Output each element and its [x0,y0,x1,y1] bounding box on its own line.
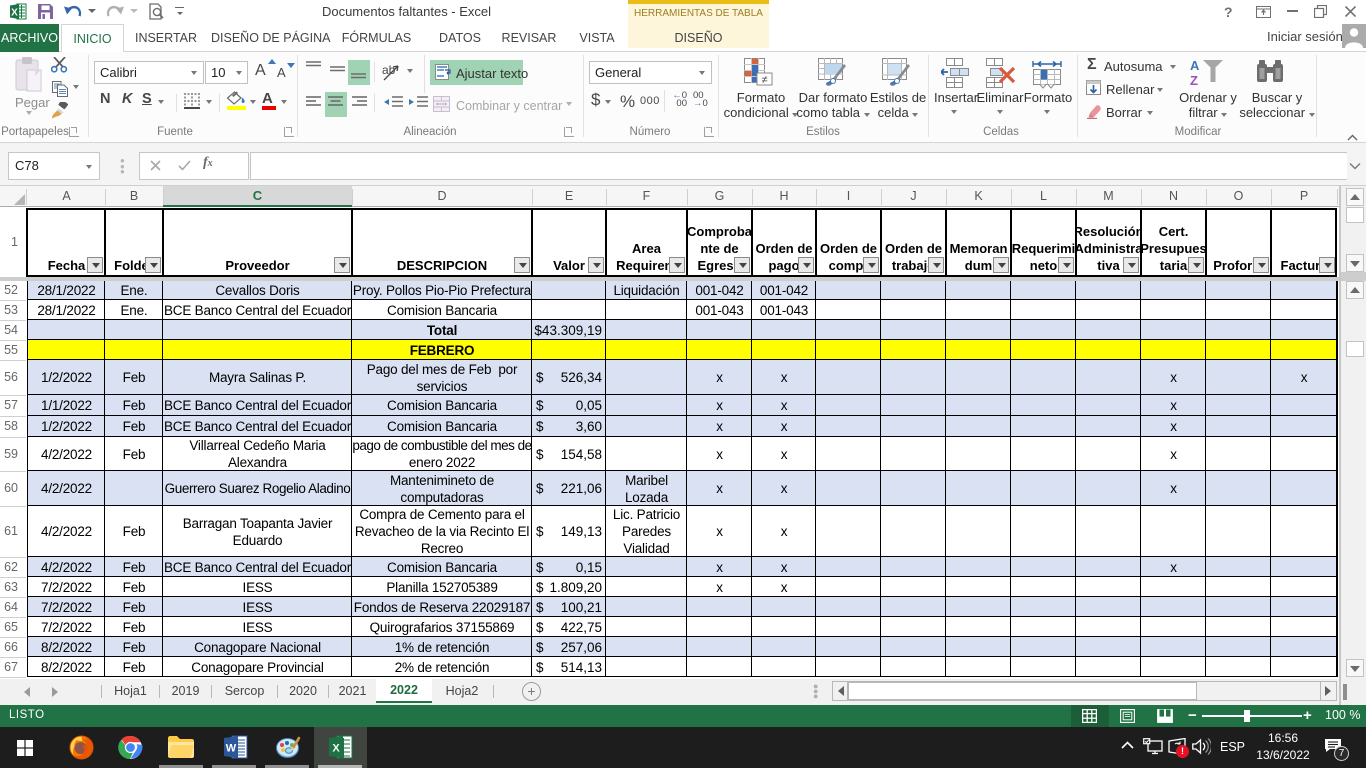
svg-text:W: W [226,743,237,755]
svg-text:Z: Z [1190,73,1198,86]
svg-text:A: A [1190,58,1200,73]
svg-text:≠: ≠ [761,74,767,86]
svg-text:X: X [332,743,340,755]
